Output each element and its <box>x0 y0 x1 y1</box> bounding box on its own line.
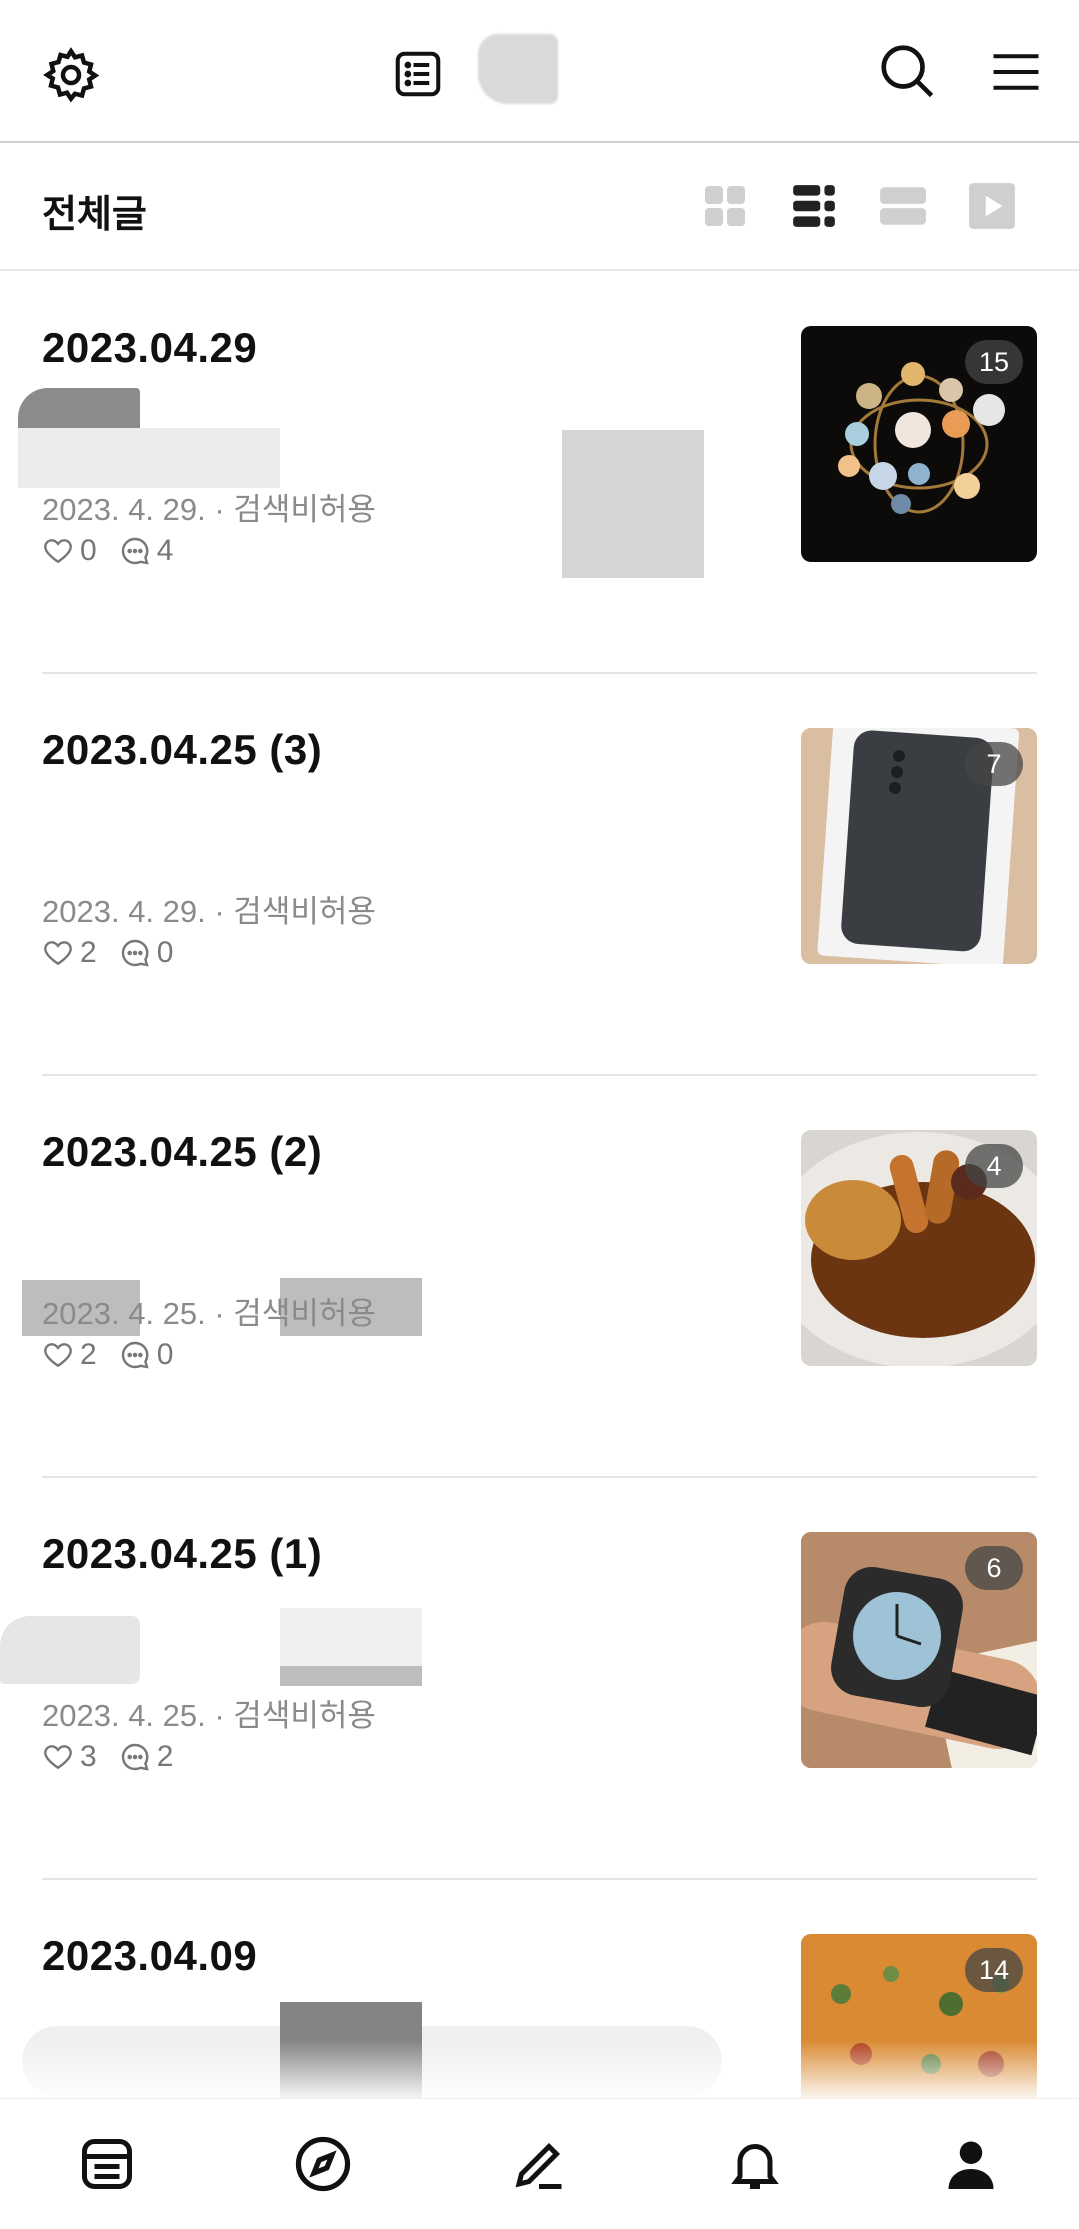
photo-count-badge: 7 <box>965 742 1023 786</box>
heart-icon <box>44 539 72 564</box>
post-thumbnail[interactable]: 7 <box>801 728 1037 964</box>
write-pen-icon[interactable] <box>504 2129 574 2199</box>
redacted-excerpt <box>562 430 704 578</box>
comment-icon <box>121 1341 149 1369</box>
sub-header: 전체글 <box>0 145 1079 271</box>
redacted-excerpt <box>18 428 280 488</box>
post-title[interactable]: 2023.04.25 (1) <box>42 1530 322 1578</box>
comment-icon <box>121 1743 149 1771</box>
like-count: 0 <box>80 534 97 567</box>
post-list-item[interactable]: 2023.04.29 2023. 4. 29. · 검색비허용 0 4 15 <box>0 272 1079 674</box>
heart-icon <box>44 1745 72 1770</box>
scroll-fade <box>0 2040 1079 2100</box>
blog-name-redacted[interactable] <box>478 34 558 104</box>
search-icon[interactable] <box>874 38 940 104</box>
post-title[interactable]: 2023.04.09 <box>42 1932 257 1980</box>
redacted-excerpt <box>0 1616 140 1684</box>
post-title[interactable]: 2023.04.29 <box>42 324 257 372</box>
post-stats: 3 2 <box>42 1740 195 1774</box>
list-icon[interactable] <box>388 44 448 104</box>
redacted-excerpt <box>280 1608 422 1666</box>
post-meta: 2023. 4. 29. · 검색비허용 <box>42 492 376 527</box>
like-count: 3 <box>80 1740 97 1773</box>
photo-count-badge: 15 <box>965 340 1023 384</box>
page-title: 전체글 <box>42 194 147 236</box>
comment-count: 0 <box>156 1338 174 1371</box>
photo-count-badge: 14 <box>965 1948 1023 1992</box>
bottom-navigation <box>0 2098 1079 2229</box>
hamburger-menu-icon[interactable] <box>988 44 1044 100</box>
heart-icon <box>44 941 72 966</box>
photo-count-badge: 6 <box>965 1546 1023 1590</box>
post-meta: 2023. 4. 29. · 검색비허용 <box>42 894 376 929</box>
post-list-item[interactable]: 2023.04.25 (1) 2023. 4. 25. · 검색비허용 3 2 … <box>0 1478 1079 1880</box>
video-view-icon[interactable] <box>967 181 1017 231</box>
photo-count-badge: 4 <box>965 1144 1023 1188</box>
post-thumbnail[interactable]: 6 <box>801 1532 1037 1768</box>
comment-count: 2 <box>156 1740 174 1773</box>
comment-icon <box>121 537 149 565</box>
card-view-icon[interactable] <box>878 181 928 231</box>
like-count: 2 <box>80 1338 97 1371</box>
redacted-excerpt <box>280 1666 422 1686</box>
feed-icon[interactable] <box>72 2129 142 2199</box>
post-list-item[interactable]: 2023.04.25 (2) 2023. 4. 25. · 검색비허용 2 0 … <box>0 1076 1079 1478</box>
post-title[interactable]: 2023.04.25 (3) <box>42 726 322 774</box>
post-meta: 2023. 4. 25. · 검색비허용 <box>42 1698 376 1733</box>
post-stats: 2 0 <box>42 936 195 970</box>
like-count: 2 <box>80 936 97 969</box>
post-title[interactable]: 2023.04.25 (2) <box>42 1128 322 1176</box>
post-thumbnail[interactable]: 15 <box>801 326 1037 562</box>
post-thumbnail[interactable]: 4 <box>801 1130 1037 1366</box>
post-stats: 2 0 <box>42 1338 195 1372</box>
list-view-icon[interactable] <box>789 181 839 231</box>
heart-icon <box>44 1343 72 1368</box>
my-profile-icon[interactable] <box>936 2129 1006 2199</box>
gear-icon[interactable] <box>36 40 106 110</box>
post-meta: 2023. 4. 25. · 검색비허용 <box>42 1296 376 1331</box>
comment-count: 0 <box>156 936 174 969</box>
comment-count: 4 <box>156 534 174 567</box>
notification-bell-icon[interactable] <box>720 2129 790 2199</box>
explore-compass-icon[interactable] <box>288 2129 358 2199</box>
grid-view-icon[interactable] <box>700 181 750 231</box>
post-list-item[interactable]: 2023.04.25 (3) 2023. 4. 29. · 검색비허용 2 0 … <box>0 674 1079 1076</box>
post-stats: 0 4 <box>42 534 195 568</box>
top-bar <box>0 0 1079 143</box>
comment-icon <box>121 939 149 967</box>
